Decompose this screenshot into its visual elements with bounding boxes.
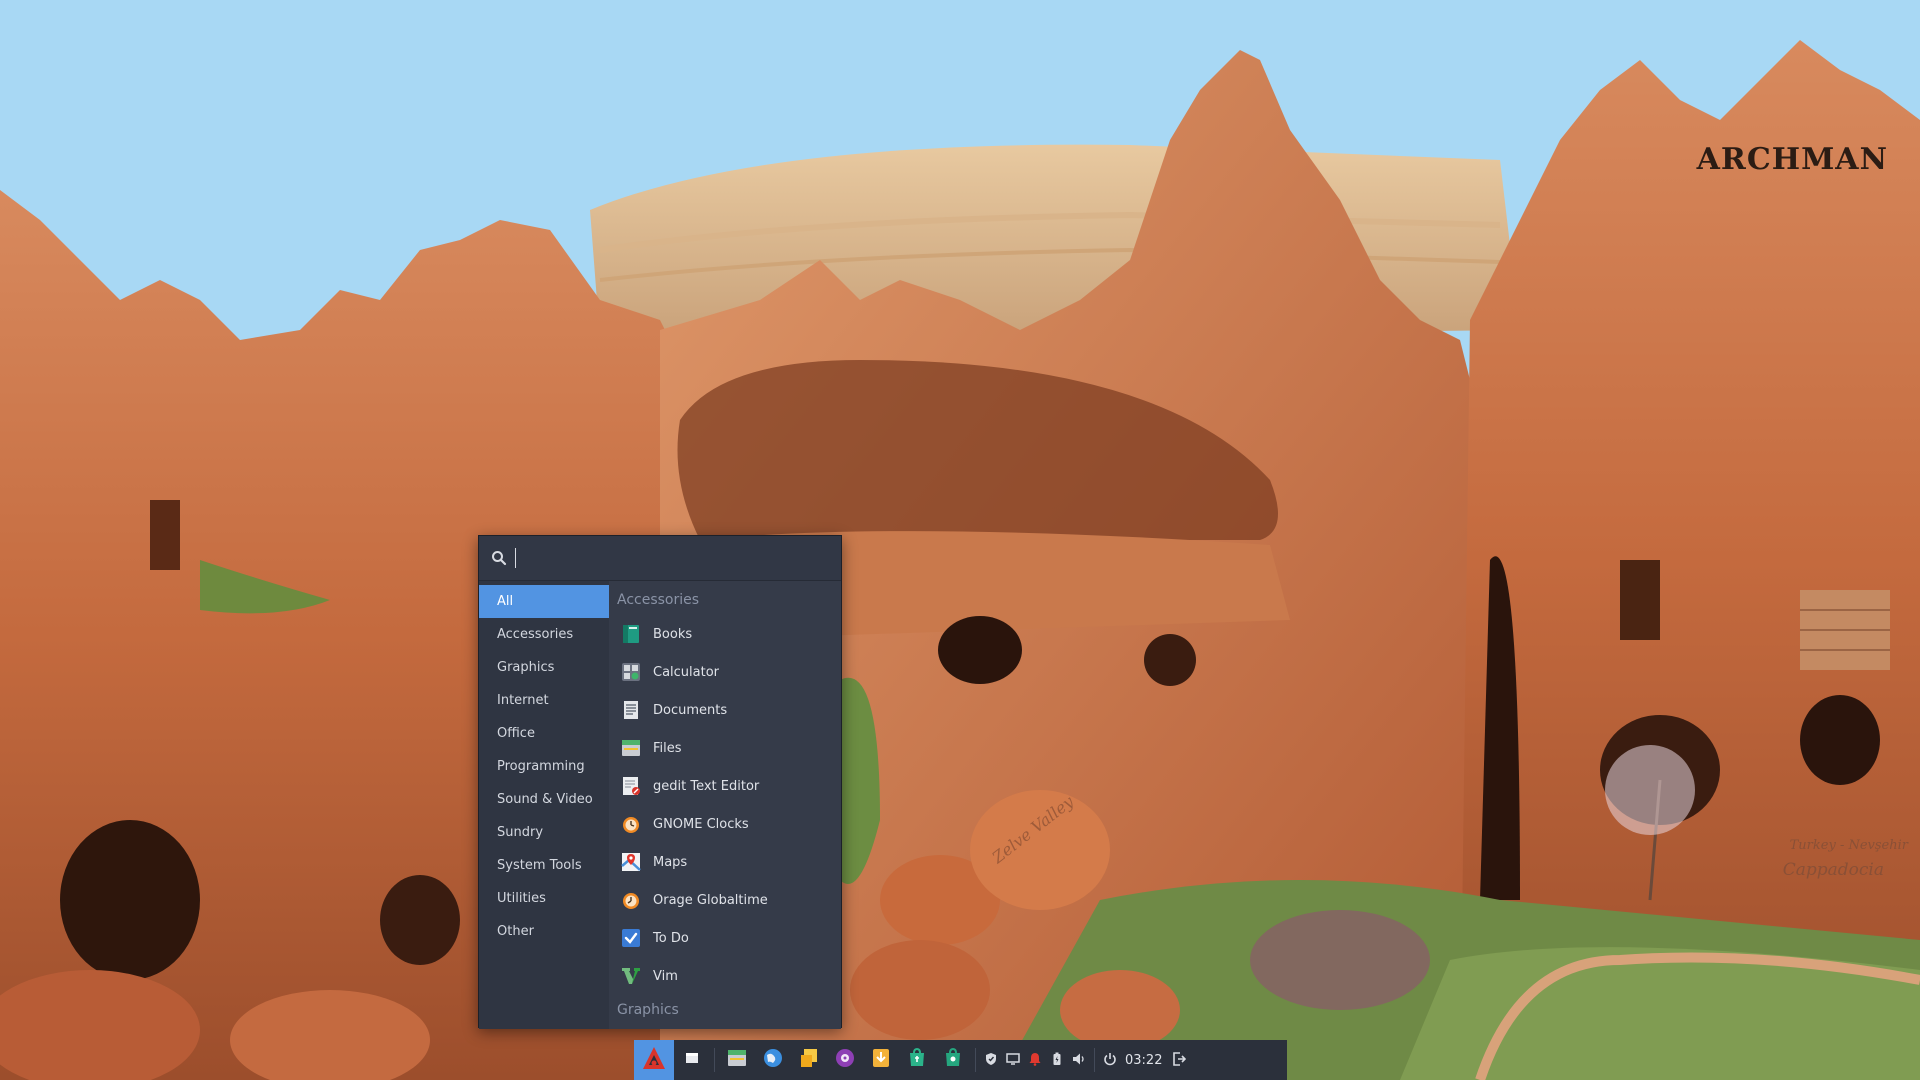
brand-watermark: ARCHMAN: [1696, 142, 1888, 177]
app-label: To Do: [653, 930, 689, 946]
search-icon: [491, 550, 507, 566]
maps-icon: [621, 852, 641, 872]
category-system-tools[interactable]: System Tools: [479, 849, 609, 882]
app-label: Books: [653, 626, 693, 642]
app-vim[interactable]: Vim: [609, 957, 841, 995]
app-label: Documents: [653, 702, 728, 718]
app-gedit[interactable]: gedit Text Editor: [609, 767, 841, 805]
show-desktop-button[interactable]: [674, 1040, 710, 1080]
file-manager-icon: [726, 1047, 748, 1073]
notification-bell-icon: [1028, 1051, 1042, 1070]
app-orage-globaltime[interactable]: Orage Globaltime: [609, 881, 841, 919]
launcher-software-store[interactable]: [899, 1040, 935, 1080]
category-accessories[interactable]: Accessories: [479, 618, 609, 651]
globaltime-icon: [621, 890, 641, 910]
tray-security[interactable]: [980, 1040, 1002, 1080]
app-label: Files: [653, 740, 682, 756]
tray-notifications[interactable]: [1024, 1040, 1046, 1080]
app-label: Calculator: [653, 664, 720, 680]
files-icon: [621, 738, 641, 758]
clock[interactable]: 03:22: [1125, 1053, 1162, 1068]
downloader-icon: [870, 1047, 892, 1073]
launcher-file-manager[interactable]: [719, 1040, 755, 1080]
media-player-icon: [834, 1047, 856, 1073]
place-country-label: Turkey - Nevşehir: [1789, 838, 1908, 853]
app-documents[interactable]: Documents: [609, 691, 841, 729]
desktop-wallpaper: ARCHMAN Zelve Valley Turkey - Nevşehir C…: [0, 0, 1920, 1080]
logout-icon: [1172, 1051, 1187, 1070]
section-header: Accessories: [617, 592, 700, 608]
logout-button[interactable]: [1168, 1040, 1190, 1080]
launcher-media-player[interactable]: [827, 1040, 863, 1080]
app-label: Maps: [653, 854, 688, 870]
gedit-icon: [621, 776, 641, 796]
category-internet[interactable]: Internet: [479, 684, 609, 717]
category-utilities[interactable]: Utilities: [479, 882, 609, 915]
display-icon: [1006, 1051, 1020, 1070]
battery-icon: [1050, 1051, 1064, 1070]
launcher-file-folder[interactable]: [791, 1040, 827, 1080]
calculator-icon: [621, 662, 641, 682]
app-label: Orage Globaltime: [653, 892, 768, 908]
volume-icon: [1072, 1051, 1086, 1070]
todo-icon: [621, 928, 641, 948]
section-header: Graphics: [617, 1002, 679, 1018]
app-maps[interactable]: Maps: [609, 843, 841, 881]
cappadocia-landscape: [0, 40, 1920, 1080]
application-menu: All Accessories Graphics Internet Office…: [478, 535, 842, 1029]
app-gnome-clocks[interactable]: GNOME Clocks: [609, 805, 841, 843]
app-label: Vim: [653, 968, 678, 984]
archman-logo-icon: [641, 1045, 667, 1075]
clocks-icon: [621, 814, 641, 834]
taskbar-separator: [1094, 1048, 1095, 1072]
category-list: All Accessories Graphics Internet Office…: [479, 581, 609, 1029]
tray-power[interactable]: [1099, 1040, 1121, 1080]
app-label: gedit Text Editor: [653, 778, 760, 794]
category-office[interactable]: Office: [479, 717, 609, 750]
app-to-do[interactable]: To Do: [609, 919, 841, 957]
app-label: GNOME Clocks: [653, 816, 749, 832]
tray-display[interactable]: [1002, 1040, 1024, 1080]
category-sound-video[interactable]: Sound & Video: [479, 783, 609, 816]
file-folder-icon: [798, 1047, 820, 1073]
launcher-app-store[interactable]: [935, 1040, 971, 1080]
category-other[interactable]: Other: [479, 915, 609, 948]
search-input[interactable]: [515, 548, 822, 568]
category-all[interactable]: All: [479, 585, 609, 618]
category-graphics[interactable]: Graphics: [479, 651, 609, 684]
documents-icon: [621, 700, 641, 720]
app-store-icon: [942, 1047, 964, 1073]
app-books[interactable]: Books: [609, 615, 841, 653]
place-region-label: Cappadocia: [1782, 860, 1884, 880]
app-calculator[interactable]: Calculator: [609, 653, 841, 691]
show-desktop-icon: [684, 1050, 700, 1070]
tray-volume[interactable]: [1068, 1040, 1090, 1080]
software-store-icon: [906, 1047, 928, 1073]
books-icon: [621, 624, 641, 644]
taskbar-separator: [714, 1048, 715, 1072]
category-sundry[interactable]: Sundry: [479, 816, 609, 849]
taskbar-separator: [975, 1048, 976, 1072]
app-files[interactable]: Files: [609, 729, 841, 767]
power-icon: [1103, 1051, 1117, 1070]
app-menu-button[interactable]: [634, 1040, 674, 1080]
taskbar: 03:22: [634, 1040, 1287, 1080]
search-bar: [479, 536, 841, 581]
category-programming[interactable]: Programming: [479, 750, 609, 783]
vim-icon: [621, 966, 641, 986]
launcher-web-browser[interactable]: [755, 1040, 791, 1080]
launcher-downloader[interactable]: [863, 1040, 899, 1080]
tray-battery[interactable]: [1046, 1040, 1068, 1080]
web-browser-icon: [762, 1047, 784, 1073]
shield-icon: [984, 1051, 998, 1070]
app-list: Accessories Books Calculator Documents F…: [609, 581, 841, 1029]
